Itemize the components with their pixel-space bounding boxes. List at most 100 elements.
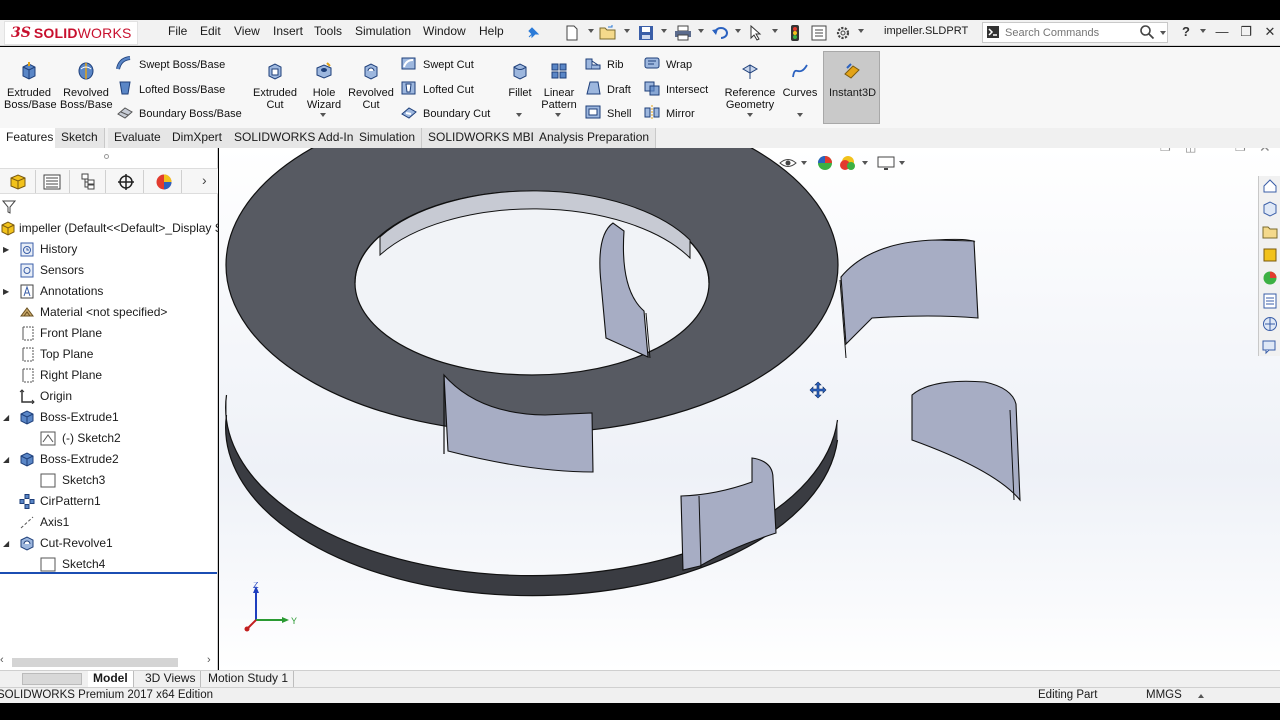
menu-tools[interactable]: Tools <box>314 24 342 38</box>
intersect-button[interactable]: Intersect <box>643 80 708 99</box>
menu-edit[interactable]: Edit <box>200 24 221 38</box>
scrollbar-thumb[interactable] <box>12 658 178 667</box>
tab-analysis-preparation[interactable]: Analysis Preparation <box>533 128 657 148</box>
draft-button[interactable]: Draft <box>584 80 631 99</box>
tree-item-cut-revolve1[interactable]: ◢ Cut-Revolve1 <box>0 533 218 554</box>
restore-icon[interactable]: ❐ <box>1238 24 1254 40</box>
chevron-down-icon[interactable] <box>858 29 864 33</box>
chevron-down-icon[interactable] <box>320 113 326 117</box>
chevron-down-icon[interactable]: ◢ <box>3 407 9 428</box>
chevron-down-icon[interactable] <box>555 113 561 117</box>
chevron-down-icon[interactable] <box>735 29 741 33</box>
search-icon[interactable] <box>1139 24 1155 40</box>
tree-item-boss-extrude2[interactable]: ◢ Boss-Extrude2 <box>0 449 218 470</box>
menu-insert[interactable]: Insert <box>273 24 303 38</box>
property-manager-tab-icon[interactable] <box>34 170 70 193</box>
configuration-manager-tab-icon[interactable] <box>70 170 106 193</box>
chevron-down-icon[interactable] <box>698 29 704 33</box>
chevron-down-icon[interactable] <box>661 29 667 33</box>
tab-dimxpert[interactable]: DimXpert <box>166 128 230 148</box>
tree-item-sketch2[interactable]: (-) Sketch2 <box>0 428 218 449</box>
tab-sketch[interactable]: Sketch <box>55 128 105 148</box>
instant3d-button[interactable]: Instant3D <box>823 51 880 124</box>
tree-item-cirpattern1[interactable]: CirPattern1 <box>0 491 218 512</box>
solidworks-resources-icon[interactable] <box>1262 316 1279 333</box>
tab-model[interactable]: Model <box>88 671 134 687</box>
boundary-cut-button[interactable]: Boundary Cut <box>400 104 490 123</box>
fillet-button[interactable]: Fillet <box>503 61 537 99</box>
design-library-icon[interactable] <box>1262 201 1279 218</box>
boundary-boss-button[interactable]: Boundary Boss/Base <box>116 104 242 123</box>
panel-splitter-handle[interactable] <box>104 154 109 159</box>
wrap-button[interactable]: Wrap <box>643 55 692 74</box>
new-document-icon[interactable] <box>562 23 582 43</box>
print-icon[interactable] <box>673 23 693 43</box>
tree-item-sensors[interactable]: Sensors <box>0 260 218 281</box>
chevron-right-icon[interactable]: ▶ <box>3 281 9 302</box>
rib-button[interactable]: Rib <box>584 55 624 74</box>
tab-solidworks-add-ins[interactable]: SOLIDWORKS Add-Ins <box>228 128 367 148</box>
home-icon[interactable] <box>1262 178 1279 195</box>
chevron-right-icon[interactable]: ▶ <box>3 239 9 260</box>
mirror-button[interactable]: Mirror <box>643 104 695 123</box>
chevron-down-icon[interactable]: ◢ <box>3 449 9 470</box>
open-folder-icon[interactable] <box>598 23 618 43</box>
chevron-right-icon[interactable]: › <box>202 172 207 188</box>
tab-motion-study-1[interactable]: Motion Study 1 <box>203 671 295 687</box>
select-cursor-icon[interactable] <box>746 23 766 43</box>
pin-icon[interactable] <box>523 23 543 43</box>
chevron-down-icon[interactable]: ◢ <box>3 533 9 554</box>
search-commands-box[interactable] <box>982 22 1168 43</box>
tree-item-right-plane[interactable]: Right Plane <box>0 365 218 386</box>
shell-button[interactable]: Shell <box>584 104 631 123</box>
undo-icon[interactable] <box>710 23 730 43</box>
tab-solidworks-mbd[interactable]: SOLIDWORKS MBD <box>422 128 547 148</box>
tree-item-sketch3[interactable]: Sketch3 <box>0 470 218 491</box>
close-icon[interactable]: ✕ <box>1262 24 1278 40</box>
menu-file[interactable]: File <box>168 24 187 38</box>
chevron-down-icon[interactable] <box>516 113 522 117</box>
menu-simulation[interactable]: Simulation <box>355 24 411 38</box>
chevron-up-icon[interactable] <box>1198 694 1204 698</box>
help-icon[interactable]: ? <box>1178 24 1194 40</box>
impeller-model[interactable] <box>219 148 1280 670</box>
chevron-down-icon[interactable] <box>624 29 630 33</box>
lofted-boss-button[interactable]: Lofted Boss/Base <box>116 80 225 99</box>
menu-window[interactable]: Window <box>423 24 466 38</box>
extruded-boss-button[interactable]: Extruded Boss/Base <box>4 61 57 111</box>
forum-icon[interactable] <box>1262 339 1279 356</box>
filter-icon[interactable] <box>1 199 17 218</box>
tab-features[interactable]: Features <box>0 128 61 148</box>
revolved-boss-button[interactable]: Revolved Boss/Base <box>60 61 113 111</box>
chevron-down-icon[interactable] <box>1160 31 1166 35</box>
tree-item-boss-extrude1[interactable]: ◢ Boss-Extrude1 <box>0 407 218 428</box>
swept-boss-button[interactable]: Swept Boss/Base <box>116 55 225 74</box>
tree-item-material[interactable]: Material <not specified> <box>0 302 218 323</box>
tree-item-origin[interactable]: Origin <box>0 386 218 407</box>
tree-item-axis1[interactable]: Axis1 <box>0 512 218 533</box>
chevron-down-icon[interactable] <box>1200 29 1206 33</box>
custom-properties-icon[interactable] <box>1262 293 1279 310</box>
menu-help[interactable]: Help <box>479 24 504 38</box>
tree-filter[interactable] <box>0 197 218 217</box>
dimxpert-manager-tab-icon[interactable] <box>108 170 144 193</box>
rebuild-icon[interactable] <box>785 23 805 43</box>
linear-pattern-button[interactable]: Linear Pattern <box>539 61 579 111</box>
chevron-down-icon[interactable] <box>772 29 778 33</box>
graphics-area[interactable]: ❐ ◫ — ❐ ✕ <box>219 148 1280 670</box>
tab-scroll-arrows[interactable] <box>22 673 82 685</box>
tree-item-front-plane[interactable]: Front Plane <box>0 323 218 344</box>
tree-item-history[interactable]: ▶ History <box>0 239 218 260</box>
lofted-cut-button[interactable]: Lofted Cut <box>400 80 474 99</box>
swept-cut-button[interactable]: Swept Cut <box>400 55 474 74</box>
feature-manager-tab-icon[interactable] <box>0 170 36 193</box>
chevron-right-icon[interactable]: › <box>207 654 211 666</box>
gear-icon[interactable] <box>833 23 853 43</box>
rollback-bar[interactable] <box>0 572 217 574</box>
search-input[interactable] <box>1005 25 1135 40</box>
tree-item-annotations[interactable]: ▶ Annotations <box>0 281 218 302</box>
revolved-cut-button[interactable]: Revolved Cut <box>348 61 394 111</box>
file-explorer-icon[interactable] <box>1262 224 1279 241</box>
file-properties-icon[interactable] <box>809 23 829 43</box>
tree-item-top-plane[interactable]: Top Plane <box>0 344 218 365</box>
